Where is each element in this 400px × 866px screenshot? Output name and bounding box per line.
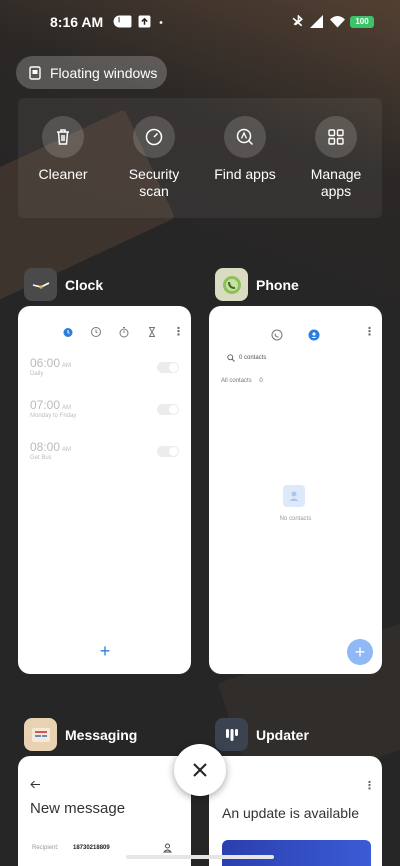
new-message-title: New message (30, 800, 126, 817)
alarm-toggle[interactable] (157, 362, 179, 373)
contacts-search-text: 0 contacts (239, 355, 267, 361)
alarm-toggle[interactable] (157, 404, 179, 415)
add-contact-icon[interactable] (163, 843, 172, 853)
alarm-label: Get Bus (30, 455, 52, 461)
manage-apps-icon-bg (315, 116, 357, 158)
messaging-app-name: Messaging (65, 726, 138, 743)
find-apps-button[interactable]: Find apps (205, 116, 285, 183)
update-banner-image (222, 840, 371, 866)
status-time: 8:16 AM (50, 14, 104, 30)
updater-app-header[interactable]: Updater (215, 718, 309, 751)
contacts-filter-label: All contacts (221, 378, 252, 384)
recipient-value[interactable]: 18730218809 (73, 845, 110, 851)
phone-app-header[interactable]: Phone (215, 268, 299, 301)
floating-windows-button[interactable]: Floating windows (16, 56, 167, 89)
alarm-label: Monday to Friday (30, 413, 77, 419)
clock-app-header[interactable]: Clock (24, 268, 103, 301)
find-apps-label: Find apps (214, 166, 276, 182)
alarm-time: 08:00 (30, 440, 61, 454)
more-notifications-icon (159, 21, 163, 24)
contacts-filter-count: 0 (259, 378, 263, 384)
close-icon (193, 763, 207, 777)
gauge-icon (145, 128, 163, 146)
updater-app-icon (215, 718, 248, 751)
cellular-signal-icon (310, 15, 323, 28)
contacts-tab-icon[interactable] (308, 329, 320, 341)
update-available-title: An update is available (222, 805, 359, 821)
bluetooth-mute-icon (292, 15, 303, 27)
upload-notification-icon (138, 15, 151, 28)
alarm-ampm: AM (62, 405, 72, 411)
back-arrow-icon[interactable] (30, 780, 41, 789)
updater-more-icon[interactable]: ⋮ (364, 781, 375, 792)
phone-app-icon (215, 268, 248, 301)
find-apps-icon-bg (224, 116, 266, 158)
trash-icon (57, 129, 69, 145)
recipient-label: Recipient: (32, 845, 59, 851)
messaging-app-icon (24, 718, 57, 751)
contacts-filter[interactable]: All contacts 0 (221, 378, 263, 384)
grid-icon (328, 129, 344, 145)
contacts-search[interactable]: 0 contacts (227, 354, 266, 362)
clock-tabs (62, 326, 158, 338)
manage-apps-label: Manage apps (310, 166, 362, 199)
manage-apps-button[interactable]: Manage apps (296, 116, 376, 200)
empty-contacts-text: No contacts (279, 516, 312, 522)
status-bar: 8:16 AM 100 (0, 0, 400, 44)
alarm-label: Daily (30, 371, 44, 377)
home-indicator[interactable] (126, 855, 274, 859)
floating-windows-label: Floating windows (50, 64, 158, 81)
search-icon (227, 354, 235, 362)
alarm-time: 06:00 (30, 356, 61, 370)
security-icon-bg (133, 116, 175, 158)
updater-app-name: Updater (256, 726, 309, 743)
alarm-ampm: AM (62, 363, 72, 369)
updater-app-card[interactable]: ⋮ An update is available (209, 756, 382, 866)
clock-app-card[interactable]: ⋮ 06:00 AM Daily 07:00 AM Monday to Friday… (18, 306, 191, 674)
clear-all-button[interactable] (174, 744, 226, 796)
timer-icon[interactable] (146, 326, 158, 338)
world-clock-icon[interactable] (90, 326, 102, 338)
clock-app-name: Clock (65, 276, 104, 293)
recents-tab-icon[interactable] (271, 329, 283, 341)
image-notification-icon (119, 15, 132, 28)
wifi-icon (330, 16, 345, 28)
add-contact-button[interactable]: + (347, 639, 373, 665)
empty-contacts-icon (283, 485, 305, 507)
messaging-app-card[interactable]: New message Recipient: 18730218809 (18, 756, 191, 866)
messaging-app-header[interactable]: Messaging (24, 718, 137, 751)
phone-more-icon[interactable]: ⋮ (364, 327, 375, 338)
stopwatch-icon[interactable] (118, 326, 130, 338)
security-scan-button[interactable]: Security scan (114, 116, 194, 200)
phone-app-name: Phone (256, 276, 299, 293)
phone-app-card[interactable]: ⋮ 0 contacts All contacts 0 No contacts … (209, 306, 382, 674)
cleaner-label: Cleaner (38, 166, 88, 182)
cleaner-icon-bg (42, 116, 84, 158)
security-scan-label: Security scan (128, 166, 180, 199)
clock-more-icon[interactable]: ⋮ (173, 327, 184, 338)
cleaner-button[interactable]: Cleaner (23, 116, 103, 183)
battery-indicator: 100 (350, 16, 374, 28)
search-app-icon (236, 128, 254, 146)
quick-actions-panel: Cleaner Security scan Find apps Manage a… (18, 98, 382, 218)
alarm-time: 07:00 (30, 398, 61, 412)
floating-window-icon (29, 65, 41, 80)
alarm-toggle[interactable] (157, 446, 179, 457)
alarm-icon[interactable] (62, 326, 74, 338)
clock-app-icon (24, 268, 57, 301)
alarm-ampm: AM (62, 447, 72, 453)
add-alarm-button[interactable]: + (94, 640, 116, 662)
